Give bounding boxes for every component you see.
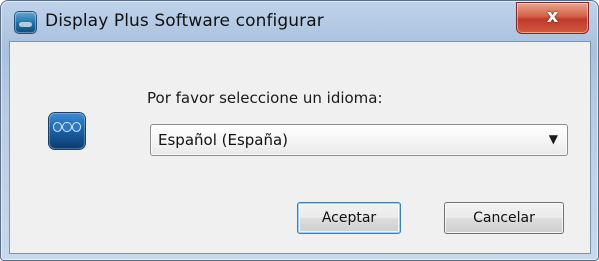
language-select[interactable]: Español (España) ▼ (150, 124, 568, 156)
logo-dot (53, 122, 63, 132)
app-icon (15, 12, 36, 33)
dialog-window: Display Plus Software configurar x Por f… (0, 0, 599, 261)
close-icon: x (546, 6, 559, 27)
language-prompt: Por favor seleccione un idioma: (147, 89, 383, 107)
logo-dots (53, 122, 81, 132)
logo-dot (71, 122, 81, 132)
logo-dot (62, 122, 72, 132)
title-bar[interactable]: Display Plus Software configurar x (1, 1, 598, 41)
accept-button[interactable]: Aceptar (297, 202, 401, 234)
close-button[interactable]: x (516, 2, 589, 34)
chevron-down-icon[interactable]: ▼ (549, 132, 558, 146)
language-select-value: Español (España) (158, 131, 289, 149)
dialog-client-area: Por favor seleccione un idioma: Español … (9, 41, 591, 254)
cancel-button[interactable]: Cancelar (444, 202, 564, 234)
display-plus-logo-icon (49, 113, 85, 149)
window-title: Display Plus Software configurar (45, 11, 324, 31)
